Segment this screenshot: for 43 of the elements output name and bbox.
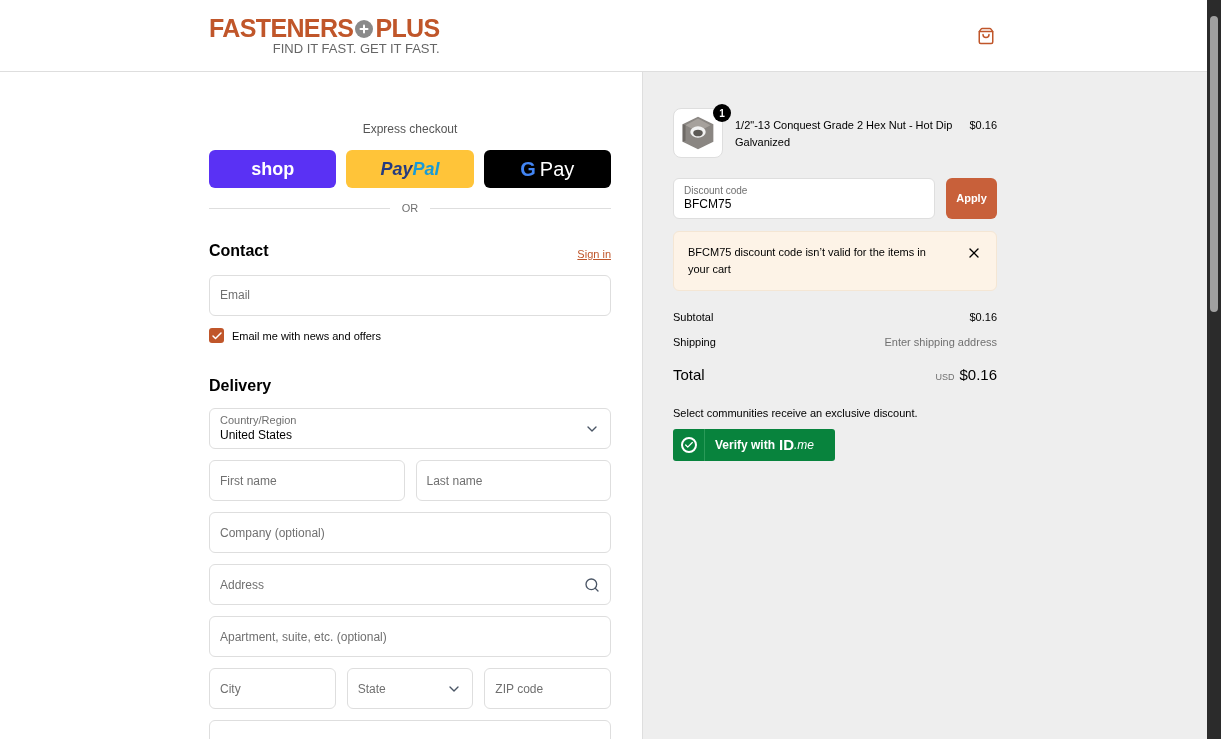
promo-text: Select communities receive an exclusive discount. bbox=[673, 405, 919, 421]
sign-in-link[interactable]: Sign in bbox=[577, 246, 611, 263]
section-title: Express checkout bbox=[361, 121, 459, 138]
section-title: Contact bbox=[209, 240, 269, 261]
scrollbar[interactable] bbox=[1207, 0, 1221, 739]
checkbox[interactable] bbox=[209, 328, 224, 344]
subtotal-value: $0.16 bbox=[969, 310, 997, 325]
brand-name: PLUS bbox=[375, 16, 440, 41]
or-divider-text: OR bbox=[401, 201, 419, 216]
input-field[interactable]: ZIP code bbox=[484, 668, 611, 709]
google-pay-button[interactable]: G Pay bbox=[483, 150, 611, 188]
discount-field[interactable]: Discount code BFCM75 bbox=[673, 178, 935, 219]
product-price: $0.16 bbox=[969, 118, 997, 133]
section-title: Delivery bbox=[209, 376, 273, 396]
paypal-button[interactable]: PayPal bbox=[346, 150, 474, 188]
currency-code: USD bbox=[935, 371, 955, 384]
shipping-value: Enter shipping address bbox=[884, 334, 997, 350]
shop-pay-button[interactable]: shop bbox=[209, 150, 337, 188]
apply-button[interactable]: Apply bbox=[946, 178, 997, 219]
shipping-label: Shipping bbox=[673, 334, 716, 350]
check-icon bbox=[680, 437, 697, 453]
select-field[interactable]: State bbox=[346, 668, 474, 709]
search-icon bbox=[584, 576, 600, 593]
input-field[interactable]: Company (optional) bbox=[209, 512, 611, 553]
select-field[interactable]: Country/Region United States bbox=[209, 408, 611, 449]
total-value: $0.16 bbox=[959, 365, 997, 385]
input-field[interactable]: City bbox=[209, 668, 336, 709]
quantity-badge: 1 bbox=[713, 104, 731, 122]
subtotal-label: Subtotal bbox=[673, 310, 714, 325]
input-field[interactable]: First name bbox=[209, 460, 405, 501]
plus-icon bbox=[355, 19, 374, 38]
brand-tagline: FIND IT FAST. GET IT FAST. bbox=[272, 42, 440, 55]
input-field[interactable]: Apartment, suite, etc. (optional) bbox=[209, 616, 611, 657]
total-label: Total bbox=[673, 365, 705, 385]
shopping-bag-icon[interactable] bbox=[977, 26, 995, 45]
input-field[interactable]: Address bbox=[209, 564, 611, 605]
input-field[interactable]: Last name bbox=[415, 460, 611, 501]
input-field[interactable]: Email bbox=[209, 274, 611, 316]
verify-button[interactable]: Verify with ID.me bbox=[673, 429, 835, 461]
checkbox-label: Email me with news and offers bbox=[232, 328, 381, 344]
brand-name: FASTENERS bbox=[209, 16, 354, 41]
product-name: 1/2"-13 Conquest Grade 2 Hex Nut - Hot Dip Galvanized bbox=[735, 118, 954, 150]
error-message: BFCM75 discount code isn’t valid for the items in your cart bbox=[688, 245, 927, 277]
